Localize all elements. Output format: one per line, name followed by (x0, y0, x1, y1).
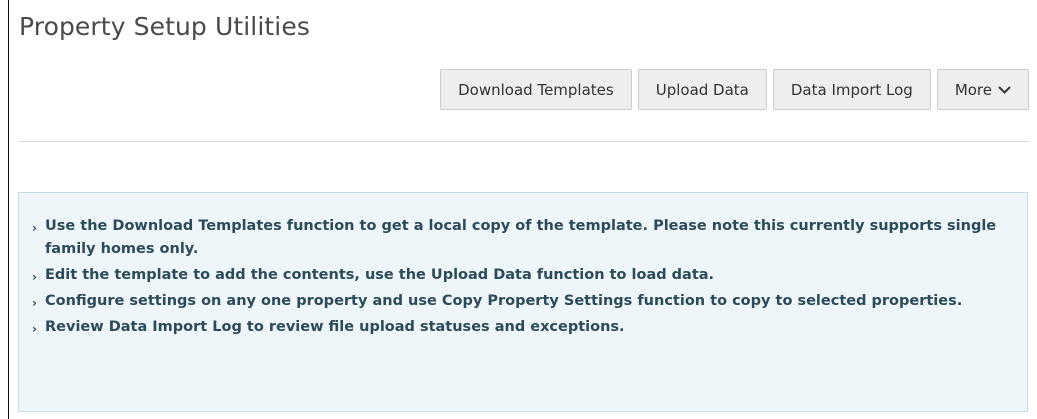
info-panel: › Use the Download Templates function to… (18, 192, 1028, 412)
upload-data-label: Upload Data (655, 80, 749, 99)
info-item-text: Review Data Import Log to review file up… (45, 319, 625, 335)
info-item-text: Use the Download Templates function to g… (45, 218, 997, 257)
page-frame: Property Setup Utilities Download Templa… (8, 0, 1037, 419)
chevron-down-icon (998, 85, 1011, 94)
bullet-icon: › (32, 322, 37, 336)
toolbar: Download Templates Upload Data Data Impo… (440, 69, 1029, 110)
page-title: Property Setup Utilities (19, 12, 310, 41)
more-dropdown-button[interactable]: More (936, 69, 1029, 110)
upload-data-button[interactable]: Upload Data (637, 69, 767, 110)
bullet-icon: › (32, 296, 37, 310)
bullet-icon: › (32, 221, 37, 235)
info-list: › Use the Download Templates function to… (31, 215, 1013, 339)
data-import-log-button[interactable]: Data Import Log (772, 69, 931, 110)
download-templates-button[interactable]: Download Templates (440, 69, 632, 110)
info-item: › Configure settings on any one property… (31, 290, 1013, 313)
info-item: › Edit the template to add the contents,… (31, 264, 1013, 287)
more-label: More (954, 80, 992, 99)
download-templates-label: Download Templates (458, 80, 614, 99)
info-item: › Use the Download Templates function to… (31, 215, 1013, 261)
bullet-icon: › (32, 270, 37, 284)
info-item-text: Edit the template to add the contents, u… (45, 267, 715, 283)
info-item: › Review Data Import Log to review file … (31, 316, 1013, 339)
header-divider (19, 141, 1029, 142)
data-import-log-label: Data Import Log (790, 80, 913, 99)
info-item-text: Configure settings on any one property a… (45, 293, 963, 309)
